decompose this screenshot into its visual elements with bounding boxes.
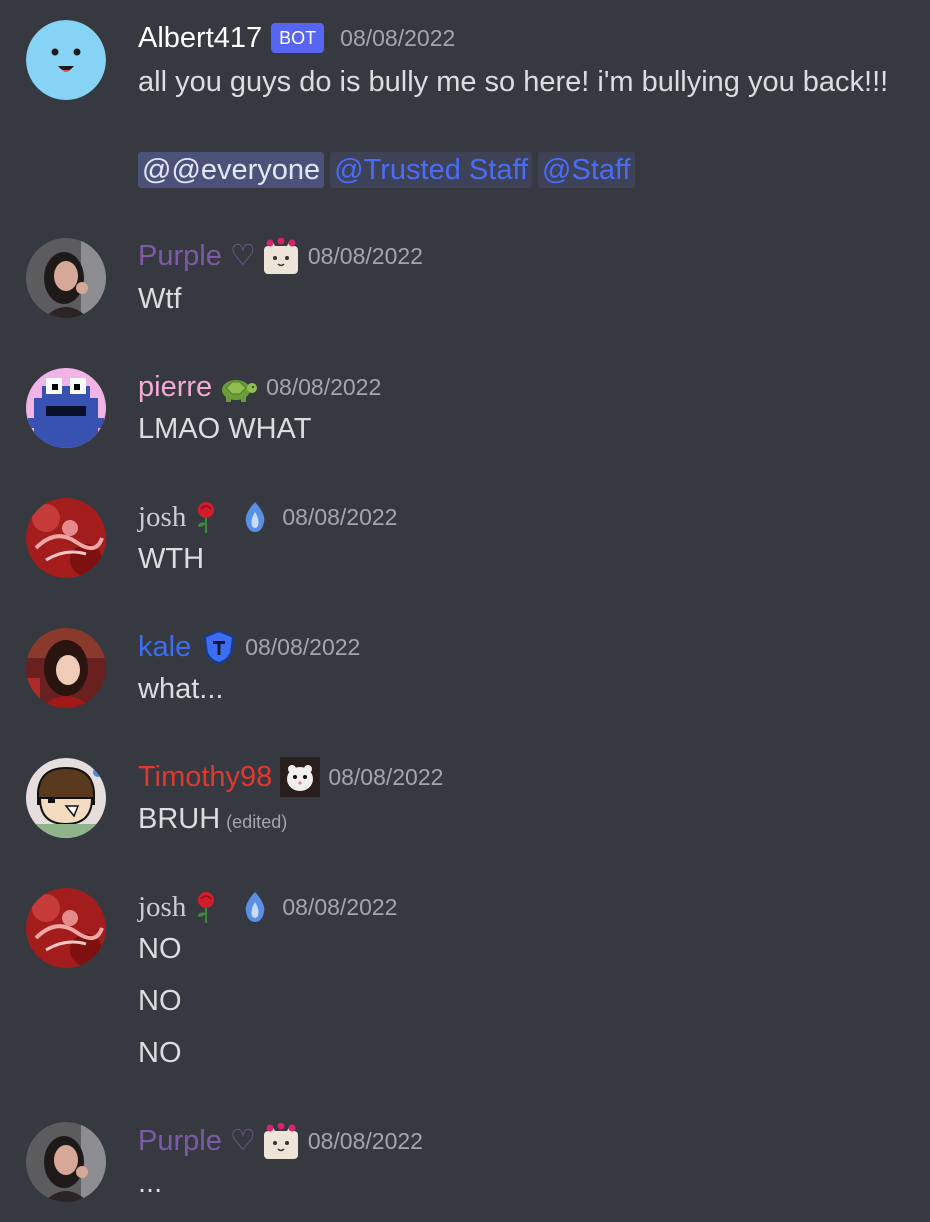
heart-suffix: ♡ [229, 240, 256, 272]
turtle-emote-icon [218, 372, 258, 402]
rose-emote-icon [192, 501, 220, 533]
message-header: pierre 08/08/2022 [138, 367, 381, 407]
message-header: josh 08/08/2022 [138, 887, 397, 927]
timestamp[interactable]: 08/08/2022 [245, 627, 360, 667]
avatar[interactable] [26, 238, 106, 318]
message-text: NO [138, 1037, 182, 1069]
rose-emote-icon [192, 891, 220, 923]
timestamp[interactable]: 08/08/2022 [308, 236, 423, 276]
avatar[interactable] [26, 1122, 106, 1202]
avatar[interactable] [26, 758, 106, 838]
cat-with-hearts-emote-icon [262, 238, 300, 274]
avatar[interactable] [26, 888, 106, 968]
timestamp[interactable]: 08/08/2022 [282, 497, 397, 537]
timestamp[interactable]: 08/08/2022 [282, 887, 397, 927]
photo-avatar-icon [26, 238, 106, 318]
avatar[interactable] [26, 628, 106, 708]
username[interactable]: Timothy98 [138, 757, 272, 797]
heart-suffix: ♡ [229, 1125, 256, 1157]
mention-everyone[interactable]: @@everyone [138, 152, 325, 188]
message-text: Wtf [138, 283, 182, 315]
message-header: Purple ♡ 08/08/2022 [138, 236, 423, 276]
anime-art-avatar-icon [26, 628, 106, 708]
username[interactable]: Purple [138, 1121, 222, 1161]
red-art-avatar-icon [26, 888, 106, 968]
avatar[interactable] [26, 498, 106, 578]
smiley-face-avatar-icon [26, 20, 106, 100]
message-header: josh 08/08/2022 [138, 497, 397, 537]
message-text: NO [138, 985, 182, 1017]
username[interactable]: pierre [138, 367, 212, 407]
message-text: WTH [138, 543, 205, 575]
username[interactable]: Albert417 [138, 18, 262, 58]
username[interactable]: josh [138, 497, 186, 537]
timestamp[interactable]: 08/08/2022 [328, 757, 443, 797]
timestamp[interactable]: 08/08/2022 [266, 367, 381, 407]
cat-with-hearts-emote-icon [262, 1123, 300, 1159]
message-body: BRUH [138, 803, 221, 835]
cartoon-boy-avatar-icon [26, 758, 106, 838]
message-text: all you guys do is bully me so here! i'm… [138, 66, 889, 98]
avatar[interactable] [26, 368, 106, 448]
message-header: Timothy98 08/08/2022 [138, 757, 443, 797]
username[interactable]: Purple [138, 236, 222, 276]
message-header: Albert417 BOT 08/08/2022 [138, 18, 455, 58]
username[interactable]: josh [138, 887, 186, 927]
red-art-avatar-icon [26, 498, 106, 578]
mention-trusted-staff[interactable]: @Trusted Staff [330, 152, 533, 188]
blue-flame-emote-icon [238, 890, 272, 924]
ferret-emote-icon [280, 757, 321, 797]
mention-row: @@everyone @Trusted Staff @Staff [138, 150, 641, 190]
message-text: BRUH (edited) [138, 799, 287, 842]
edited-label: (edited) [226, 812, 288, 832]
message-header: kale 08/08/2022 [138, 627, 360, 667]
timestamp[interactable]: 08/08/2022 [308, 1121, 423, 1161]
message-text: NO [138, 933, 182, 965]
bot-tag: BOT [271, 23, 325, 53]
blue-flame-emote-icon [238, 500, 272, 534]
blue-shield-emote-icon [201, 629, 237, 665]
message-text: LMAO WHAT [138, 413, 312, 445]
photo-avatar-icon [26, 1122, 106, 1202]
mention-staff[interactable]: @Staff [538, 152, 635, 188]
avatar[interactable] [26, 20, 106, 100]
pixel-monster-avatar-icon [26, 368, 106, 448]
message-header: Purple ♡ 08/08/2022 [138, 1121, 423, 1161]
timestamp[interactable]: 08/08/2022 [340, 18, 455, 58]
username[interactable]: kale [138, 627, 191, 667]
message-text: what... [138, 673, 224, 705]
message-text: ... [138, 1167, 163, 1199]
